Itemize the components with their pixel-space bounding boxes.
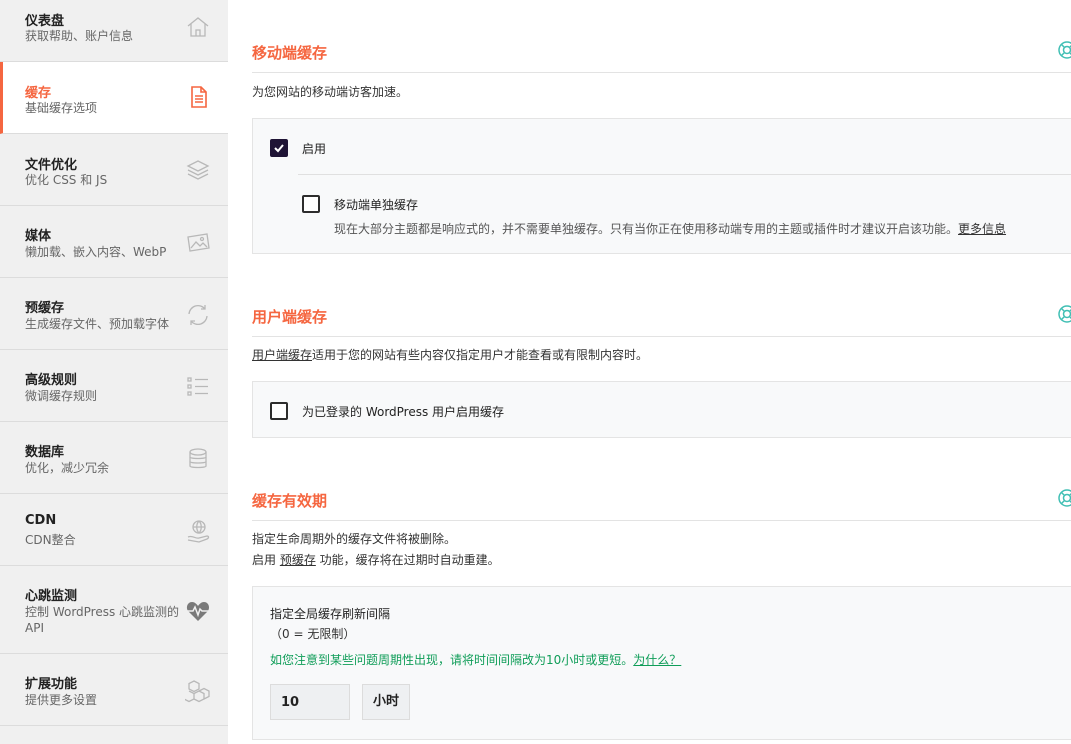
separate-mobile-cache-desc-text: 现在大部分主题都是响应式的，并不需要单独缓存。只有当你正在使用移动端专用的主题或… [334,222,959,236]
separate-mobile-cache-description: 现在大部分主题都是响应式的，并不需要单独缓存。只有当你正在使用移动端专用的主题或… [334,220,1006,237]
sidebar-item-desc: 微调缓存规则 [25,389,98,403]
sidebar-item-title: 文件优化 [25,158,78,173]
sidebar-item-heartbeat[interactable]: 心跳监测 控制 WordPress 心跳监测的 API [0,566,228,654]
sidebar-item-title: 缓存 [25,86,52,101]
section-description-line2: 启用 预缓存 功能，缓存将在过期时自动重建。 [252,550,500,570]
section-header-user-cache: 用户端缓存 [252,300,1071,337]
separate-mobile-cache-checkbox[interactable] [302,195,320,213]
sidebar-item-title: 扩展功能 [25,677,78,692]
lifespan-value-input[interactable] [270,684,350,720]
sidebar-item-file-optimization[interactable]: 文件优化 优化 CSS 和 JS [0,134,228,206]
sidebar-item-title: CDN [25,513,57,528]
sidebar-item-desc: 控制 WordPress 心跳监测的 API [25,605,180,635]
sidebar-item-title: 高级规则 [25,373,78,388]
user-cache-options: 为已登录的 WordPress 用户启用缓存 [252,381,1071,438]
globe-hand-icon [185,518,211,544]
section-description: 用户端缓存适用于您的网站有些内容仅指定用户才能查看或有限制内容时。 [252,345,648,365]
desc-suffix: 功能，缓存将在过期时自动重建。 [315,553,500,567]
sidebar: 仪表盘 获取帮助、账户信息 缓存 基础缓存选项 文件优化 优化 CSS 和 JS… [0,0,228,744]
sidebar-item-desc: 获取帮助、账户信息 [25,29,134,43]
lifespan-note-text: 如您注意到某些问题周期性出现，请将时间间隔改为10小时或更短。 [270,653,634,667]
image-icon [185,230,211,256]
sidebar-item-desc: 基础缓存选项 [25,101,98,115]
layers-icon [185,157,211,183]
section-title: 缓存有效期 [252,492,328,510]
sidebar-item-desc: 优化，减少冗余 [25,461,110,475]
section-title: 移动端缓存 [252,44,328,62]
sidebar-item-desc: 懒加载、嵌入内容、WebP [25,245,167,259]
sidebar-item-advanced-rules[interactable]: 高级规则 微调缓存规则 [0,350,228,422]
sidebar-item-dashboard[interactable]: 仪表盘 获取帮助、账户信息 [0,0,228,62]
logged-in-user-cache-label[interactable]: 为已登录的 WordPress 用户启用缓存 [302,403,504,420]
separate-mobile-cache-label[interactable]: 移动端单独缓存 [334,196,418,213]
section-description-line1: 指定生命周期外的缓存文件将被删除。 [252,532,457,546]
enable-mobile-cache-label[interactable]: 启用 [302,140,326,157]
sidebar-item-title: 数据库 [25,445,65,460]
cubes-icon [185,678,211,704]
sidebar-item-database[interactable]: 数据库 优化，减少冗余 [0,422,228,494]
refresh-icon [185,302,211,328]
sidebar-item-title: 仪表盘 [25,14,65,29]
lifespan-note: 如您注意到某些问题周期性出现，请将时间间隔改为10小时或更短。为什么？ [270,651,681,668]
sidebar-item-media[interactable]: 媒体 懒加载、嵌入内容、WebP [0,206,228,278]
sidebar-item-desc: CDN整合 [25,533,76,547]
file-icon [185,84,211,110]
database-icon [185,446,211,472]
cache-lifespan-options: 指定全局缓存刷新间隔 （0 = 无限制） 如您注意到某些问题周期性出现，请将时间… [252,586,1071,740]
why-link[interactable]: 为什么？ [633,653,681,667]
sidebar-item-add-ons[interactable]: 扩展功能 提供更多设置 [0,654,228,726]
sidebar-item-desc: 优化 CSS 和 JS [25,173,108,187]
user-cache-link[interactable]: 用户端缓存 [252,348,312,362]
user-cache-desc-text: 适用于您的网站有些内容仅指定用户才能查看或有限制内容时。 [312,348,649,362]
section-header-mobile-cache: 移动端缓存 [252,36,1071,73]
lifespan-field-hint: （0 = 无限制） [270,627,356,641]
sidebar-item-title: 心跳监测 [25,589,78,604]
sidebar-item-title: 媒体 [25,229,52,244]
list-icon [185,374,211,400]
heartbeat-icon [185,598,211,624]
section-title: 用户端缓存 [252,308,328,326]
section-description: 为您网站的移动端访客加速。 [252,85,409,99]
divider [298,174,1071,175]
mobile-cache-options: 启用 移动端单独缓存 现在大部分主题都是响应式的，并不需要单独缓存。只有当你正在… [252,118,1071,254]
lifespan-unit: 小时 [362,684,411,720]
sidebar-item-preload[interactable]: 预缓存 生成缓存文件、预加载字体 [0,278,228,350]
main-content: 移动端缓存 为您网站的移动端访客加速。 启用 移动端单独缓存 现在大部分主题都是… [252,0,1071,744]
preload-link[interactable]: 预缓存 [280,553,316,567]
sidebar-item-title: 预缓存 [25,301,65,316]
logged-in-user-cache-checkbox[interactable] [270,402,288,420]
help-lifebuoy-icon[interactable] [1057,304,1071,324]
lifespan-field-label: 指定全局缓存刷新间隔 [270,607,391,621]
sidebar-item-cdn[interactable]: CDN CDN整合 [0,494,228,566]
section-header-cache-lifespan: 缓存有效期 [252,484,1071,521]
help-lifebuoy-icon[interactable] [1057,488,1071,508]
home-icon [185,14,211,40]
desc-prefix: 启用 [252,553,280,567]
sidebar-item-desc: 生成缓存文件、预加载字体 [25,317,170,331]
sidebar-item-cache[interactable]: 缓存 基础缓存选项 [0,62,228,134]
help-lifebuoy-icon[interactable] [1057,40,1071,60]
sidebar-item-desc: 提供更多设置 [25,693,98,707]
more-info-link[interactable]: 更多信息 [958,222,1006,236]
enable-mobile-cache-checkbox[interactable] [270,139,288,157]
